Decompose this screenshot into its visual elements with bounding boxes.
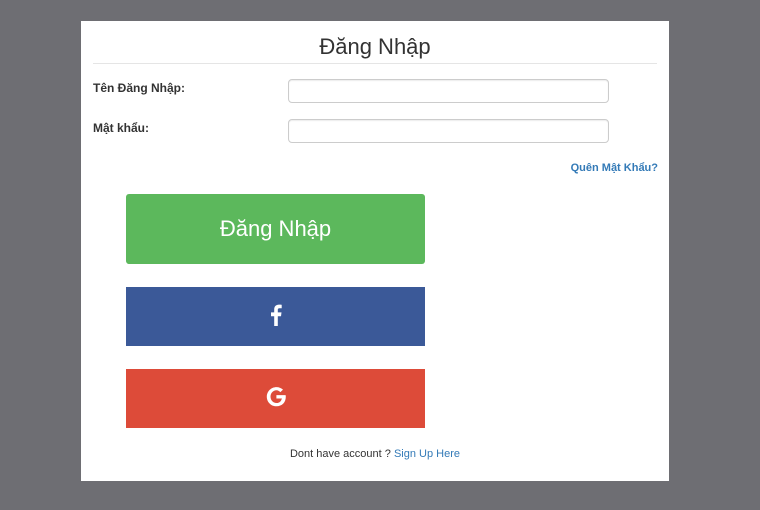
- password-label: Mật khẩu:: [93, 121, 150, 135]
- signup-prompt: Dont have account ?: [289, 448, 391, 460]
- username-label: Tên Đăng Nhập:: [93, 81, 185, 95]
- login-button[interactable]: Đăng Nhập: [126, 194, 425, 264]
- login-button-label: Đăng Nhập: [219, 216, 332, 241]
- username-input[interactable]: [288, 79, 609, 103]
- password-input[interactable]: [288, 119, 609, 143]
- signup-link[interactable]: Sign Up Here: [394, 448, 460, 460]
- forgot-password-link[interactable]: Quên Mật Khẩu?: [571, 162, 658, 174]
- google-icon: [265, 386, 287, 411]
- facebook-icon: [270, 304, 282, 329]
- login-modal: Đăng Nhập Tên Đăng Nhập: Mật khẩu: Quên …: [81, 21, 669, 481]
- signup-row: Dont have account ? Sign Up Here: [81, 448, 669, 460]
- google-login-button[interactable]: [126, 369, 425, 428]
- facebook-login-button[interactable]: [126, 287, 425, 346]
- modal-title: Đăng Nhập: [93, 21, 657, 64]
